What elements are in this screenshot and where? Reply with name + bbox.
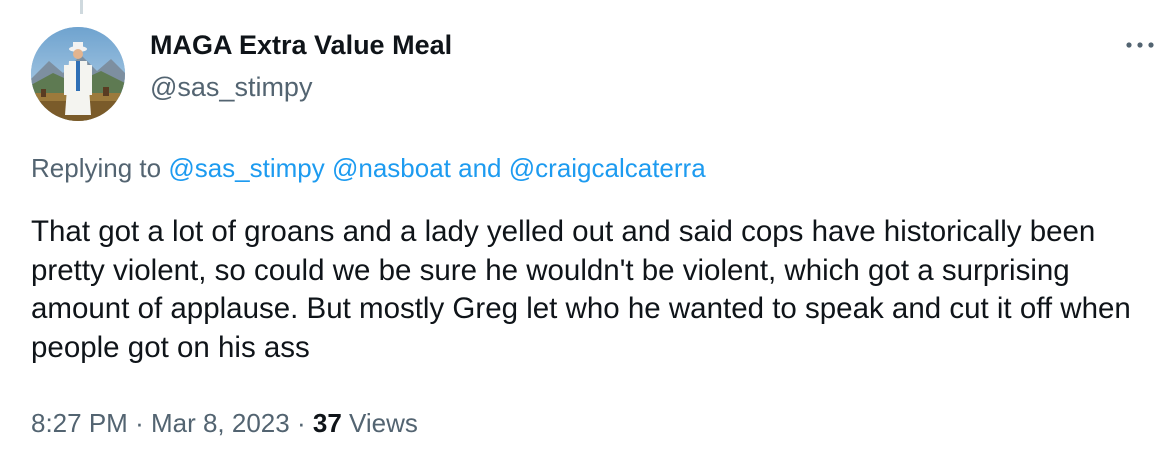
thread-connector-line (80, 0, 83, 14)
views-count: 37 (312, 408, 342, 438)
mention-link[interactable]: @sas_stimpy (168, 153, 324, 183)
replying-to-label: Replying to (31, 153, 162, 183)
meta-separator: · (296, 408, 306, 438)
mention-link[interactable]: @craigcalcaterra (509, 153, 706, 183)
more-options-button[interactable] (1120, 30, 1160, 60)
avatar[interactable] (31, 27, 125, 121)
mention-joiner: and (458, 153, 502, 183)
display-name[interactable]: MAGA Extra Value Meal (150, 30, 452, 61)
tweet-time[interactable]: 8:27 PM (31, 408, 128, 438)
user-handle[interactable]: @sas_stimpy (150, 72, 312, 103)
replying-to: Replying to @sas_stimpy @nasboat and @cr… (31, 153, 706, 184)
meta-separator: · (135, 408, 144, 438)
views-label: Views (349, 408, 418, 438)
tweet-text: That got a lot of groans and a lady yell… (31, 215, 1140, 364)
tweet-meta: 8:27 PM · Mar 8, 2023 · 37 Views (31, 408, 418, 439)
views[interactable]: 37 Views (313, 408, 418, 438)
ellipsis-icon (1126, 42, 1154, 48)
avatar-image (31, 27, 125, 121)
tweet-date[interactable]: Mar 8, 2023 (151, 408, 290, 438)
mention-link[interactable]: @nasboat (332, 153, 451, 183)
